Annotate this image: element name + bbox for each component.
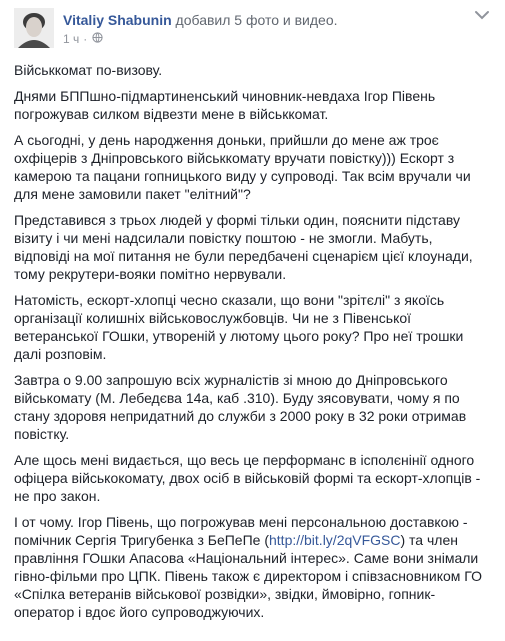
paragraph: Днями БППшно-підмартиненський чиновник-н… [14,88,436,122]
author-name[interactable]: Vitaliy Shabunin [63,12,172,28]
globe-icon [92,32,103,46]
shortlink[interactable]: http://bit.ly/2qVFGSC [269,532,401,548]
paragraph: Військкомат по-визову. [14,62,163,78]
paragraph-with-link: І от чому. Ігор Півень, що погрожував ме… [14,513,492,621]
post-header: Vitaliy Shabunin добавил 5 фото и видео.… [14,8,494,50]
author-line: Vitaliy Shabunin добавил 5 фото и видео. [63,12,338,28]
post-time[interactable]: 1 ч [63,32,79,46]
paragraph: Але щось мені видається, що весь це перф… [14,452,481,504]
post-meta: 1 ч · [63,32,103,46]
chevron-down-icon[interactable] [474,8,490,20]
paragraph: Натомість, ескорт-хлопці чесно сказали, … [14,292,464,362]
author-avatar[interactable] [14,8,54,48]
facebook-post: Vitaliy Shabunin добавил 5 фото и видео.… [0,0,505,641]
post-action: добавил 5 фото и видео. [175,12,338,28]
meta-separator: · [83,32,88,46]
post-body: Військкомат по-визову. Днями БППшно-підм… [14,61,492,629]
paragraph: Завтра о 9.00 запрошую всіх журналістів … [14,372,467,442]
paragraph: А сьогодні, у день народження доньки, пр… [14,132,471,202]
paragraph: Представився з трьох людей у формі тільк… [14,212,473,282]
